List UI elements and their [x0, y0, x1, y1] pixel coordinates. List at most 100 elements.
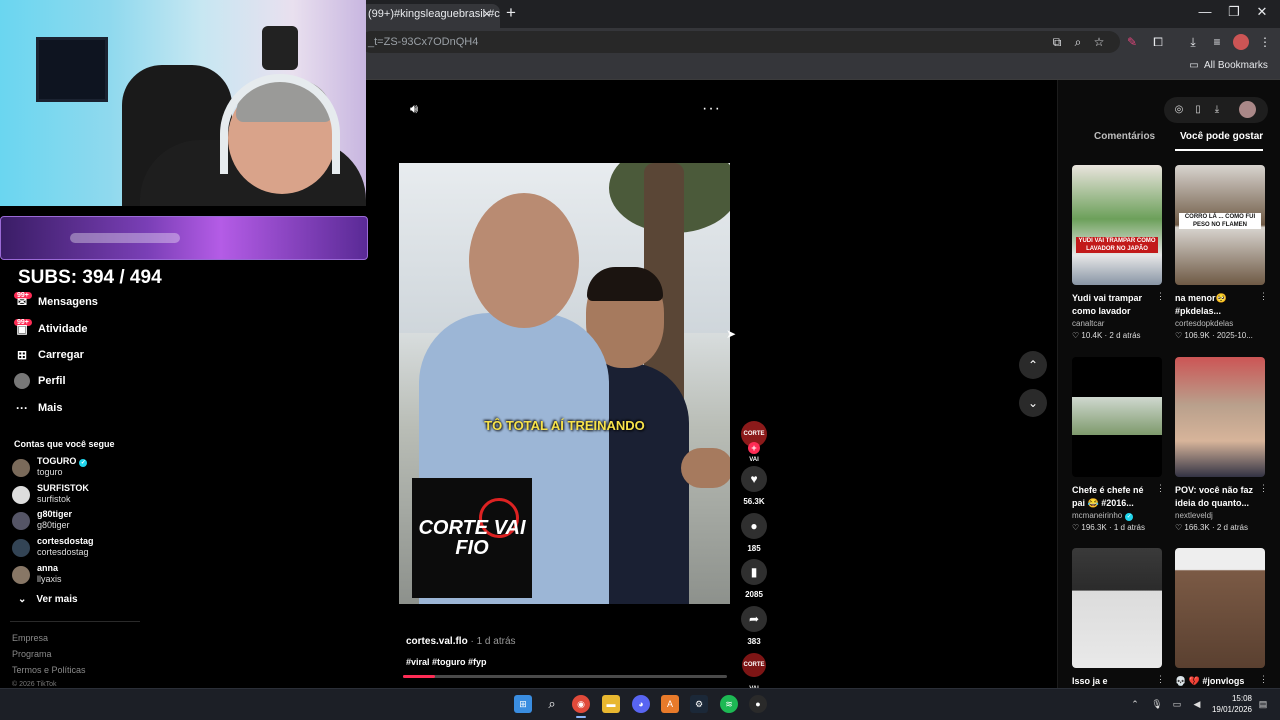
card-menu-icon[interactable]: ⋮: [1259, 291, 1268, 302]
extensions-icon[interactable]: ⧠: [1150, 34, 1166, 50]
account-name: TOGURO ✓: [37, 456, 88, 467]
video-hashtags[interactable]: #viral #toguro #fyp: [406, 657, 487, 667]
discord-icon[interactable]: ◕: [632, 695, 650, 713]
restore-button[interactable]: ❐: [1224, 4, 1244, 20]
previous-video-button[interactable]: ⌃: [1019, 351, 1047, 379]
bookmark-icon[interactable]: ▮: [741, 559, 767, 585]
app-record-icon[interactable]: ●: [749, 695, 767, 713]
following-account[interactable]: TOGURO ✓ toguro: [12, 455, 152, 481]
notification-icon[interactable]: ▤: [1256, 697, 1270, 711]
user-avatar[interactable]: [1239, 101, 1256, 118]
tab-close-icon[interactable]: ×: [483, 6, 491, 21]
cast-icon[interactable]: ⧉: [1049, 34, 1065, 50]
see-more-button[interactable]: ⌄ Ver mais: [18, 594, 78, 605]
phone-icon[interactable]: ▯: [1191, 103, 1205, 117]
following-account[interactable]: g80tiger g80tiger: [12, 508, 152, 534]
thumbnail-caption: CORRO LÁ ... COMO FUI PESO NO FLAMEN: [1179, 213, 1261, 229]
nav-profile[interactable]: Perfil: [14, 370, 66, 392]
volume-icon[interactable]: 🔊︎: [410, 101, 428, 117]
download-icon[interactable]: ⤓: [1210, 103, 1224, 117]
tray-chevron-icon[interactable]: ⌃: [1128, 697, 1142, 711]
following-account[interactable]: SURFISTOK surfistok: [12, 482, 152, 508]
account-handle: toguro: [37, 467, 63, 477]
tab-comments[interactable]: Comentários: [1094, 131, 1155, 142]
follow-plus-icon[interactable]: +: [748, 442, 760, 454]
video-progress-bar[interactable]: [403, 675, 727, 678]
minimize-button[interactable]: —: [1195, 4, 1215, 19]
verified-icon: ✓: [1125, 513, 1134, 521]
avatar: [12, 512, 30, 530]
clock[interactable]: 15:08 19/01/2026: [1210, 693, 1252, 715]
nav-activity[interactable]: ▣ Atividade: [14, 318, 87, 340]
card-title: POV: você não faz ideia do quanto...: [1175, 485, 1254, 508]
media-icon[interactable]: ≡: [1209, 34, 1225, 50]
spotify-icon[interactable]: ≋: [720, 695, 738, 713]
app-a-icon[interactable]: A: [661, 695, 679, 713]
card-author: nextleveldj: [1175, 511, 1213, 520]
verified-icon: ✓: [79, 459, 88, 467]
share-icon[interactable]: ➦: [741, 606, 767, 632]
nav-upload[interactable]: ⊞ Carregar: [14, 344, 84, 366]
avatar: [12, 566, 30, 584]
mouse-cursor-icon: ➤: [726, 327, 737, 341]
following-account[interactable]: cortesdostag cortesdostag: [12, 535, 152, 561]
music-disc[interactable]: CORTE VAI: [742, 653, 766, 692]
clock-date: 19/01/2026: [1211, 705, 1252, 714]
video-player[interactable]: TÔ TOTAL AÍ TREINANDO CORTE VAI FIO: [399, 163, 730, 604]
nav-messages[interactable]: ✉ Mensagens: [14, 291, 98, 313]
profile-icon[interactable]: [1233, 34, 1249, 50]
person-left-head: [469, 193, 579, 328]
comment-icon[interactable]: ●: [741, 513, 767, 539]
menu-dots-icon[interactable]: ⋮: [1257, 34, 1273, 50]
card-menu-icon[interactable]: ⋮: [1259, 483, 1268, 494]
post-time: · 1 d atrás: [467, 636, 516, 647]
volume-tray-icon[interactable]: ◀: [1190, 697, 1204, 711]
nav-more[interactable]: ··· Mais: [14, 397, 62, 419]
browser-tab[interactable]: (99+)#kingsleaguebrasil #corin: [360, 4, 500, 28]
chrome-icon[interactable]: ◉: [572, 695, 590, 713]
avatar: [12, 539, 30, 557]
zoom-icon[interactable]: ⌕: [1070, 34, 1086, 50]
microphone-icon[interactable]: 🎙︎: [1150, 697, 1164, 711]
card-menu-icon[interactable]: ⋮: [1156, 674, 1165, 685]
all-bookmarks-link[interactable]: All Bookmarks: [1204, 60, 1268, 71]
star-icon[interactable]: ☆: [1091, 34, 1107, 50]
inbox-icon: ▣: [16, 322, 28, 336]
video-author[interactable]: cortes.val.flo · 1 d atrás: [406, 636, 516, 647]
nav-label: Carregar: [38, 349, 84, 361]
card-title: na menor🥺 #pkdelas...: [1175, 293, 1227, 316]
file-explorer-icon[interactable]: ▬: [602, 695, 620, 713]
video-thumbnail: [1175, 357, 1265, 477]
network-icon[interactable]: ▭: [1170, 697, 1184, 711]
heart-icon[interactable]: ♥: [741, 466, 767, 492]
footer-link-program[interactable]: Programa: [12, 649, 52, 659]
video-thumbnail: [1175, 548, 1265, 668]
compass-icon[interactable]: ◎: [1172, 103, 1186, 117]
close-window-button[interactable]: ✕: [1252, 4, 1272, 20]
next-video-button[interactable]: ⌄: [1019, 389, 1047, 417]
headphones: [220, 74, 340, 174]
card-menu-icon[interactable]: ⋮: [1259, 674, 1268, 685]
windows-start-icon[interactable]: ⊞: [514, 695, 532, 713]
extension-pen-icon[interactable]: ✎: [1124, 34, 1140, 50]
video-thumbnail: [1072, 357, 1162, 477]
following-account[interactable]: anna llyaxis: [12, 562, 152, 588]
wall-art: [36, 37, 108, 102]
active-app-indicator: [576, 716, 586, 718]
download-icon[interactable]: ⤓: [1185, 34, 1201, 50]
clock-time: 15:08: [1231, 694, 1252, 703]
account-name-text: TOGURO: [37, 456, 77, 466]
footer-link-company[interactable]: Empresa: [12, 633, 48, 643]
account-name: cortesdostag: [37, 536, 94, 546]
more-options-icon[interactable]: ···: [702, 100, 721, 118]
new-tab-button[interactable]: +: [506, 3, 516, 23]
tab-you-may-like[interactable]: Você pode gostar: [1180, 131, 1263, 142]
video-caption: TÔ TOTAL AÍ TREINANDO: [484, 418, 645, 433]
footer-link-terms[interactable]: Termos e Políticas: [12, 665, 86, 675]
steam-icon[interactable]: ⚙: [690, 695, 708, 713]
card-menu-icon[interactable]: ⋮: [1156, 483, 1165, 494]
card-menu-icon[interactable]: ⋮: [1156, 291, 1165, 302]
card-likes: ♡ 10.4K: [1072, 331, 1103, 340]
search-icon[interactable]: ⌕: [543, 695, 561, 713]
webcam-overlay: [0, 0, 366, 206]
